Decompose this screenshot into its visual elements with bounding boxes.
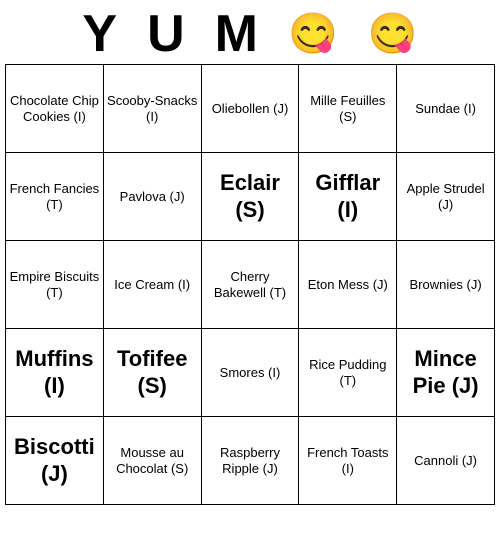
cell-r3-c1: Tofifee (S) (103, 329, 201, 417)
cell-r0-c2: Oliebollen (J) (201, 65, 299, 153)
cell-r0-c0: Chocolate Chip Cookies (I) (6, 65, 104, 153)
bingo-header: Y U M 😋 😋 (0, 0, 500, 64)
letter-y: Y (82, 8, 117, 60)
letter-u: U (147, 8, 185, 60)
cell-r1-c0: French Fancies (T) (6, 153, 104, 241)
cell-r1-c4: Apple Strudel (J) (397, 153, 495, 241)
cell-r2-c2: Cherry Bakewell (T) (201, 241, 299, 329)
cell-r1-c3: Gifflar (I) (299, 153, 397, 241)
cell-r4-c2: Raspberry Ripple (J) (201, 417, 299, 505)
letter-m: M (215, 8, 258, 60)
emoji-1: 😋 (288, 14, 338, 54)
cell-r1-c1: Pavlova (J) (103, 153, 201, 241)
cell-r2-c3: Eton Mess (J) (299, 241, 397, 329)
cell-r1-c2: Eclair (S) (201, 153, 299, 241)
cell-r2-c4: Brownies (J) (397, 241, 495, 329)
cell-r0-c3: Mille Feuilles (S) (299, 65, 397, 153)
cell-r3-c2: Smores (I) (201, 329, 299, 417)
cell-r2-c0: Empire Biscuits (T) (6, 241, 104, 329)
cell-r4-c0: Biscotti (J) (6, 417, 104, 505)
cell-r2-c1: Ice Cream (I) (103, 241, 201, 329)
emoji-2: 😋 (368, 14, 418, 54)
cell-r0-c4: Sundae (I) (397, 65, 495, 153)
cell-r3-c0: Muffins (I) (6, 329, 104, 417)
cell-r4-c1: Mousse au Chocolat (S) (103, 417, 201, 505)
cell-r3-c3: Rice Pudding (T) (299, 329, 397, 417)
cell-r4-c4: Cannoli (J) (397, 417, 495, 505)
cell-r4-c3: French Toasts (I) (299, 417, 397, 505)
bingo-grid: Chocolate Chip Cookies (I)Scooby-Snacks … (5, 64, 495, 505)
cell-r0-c1: Scooby-Snacks (I) (103, 65, 201, 153)
cell-r3-c4: Mince Pie (J) (397, 329, 495, 417)
